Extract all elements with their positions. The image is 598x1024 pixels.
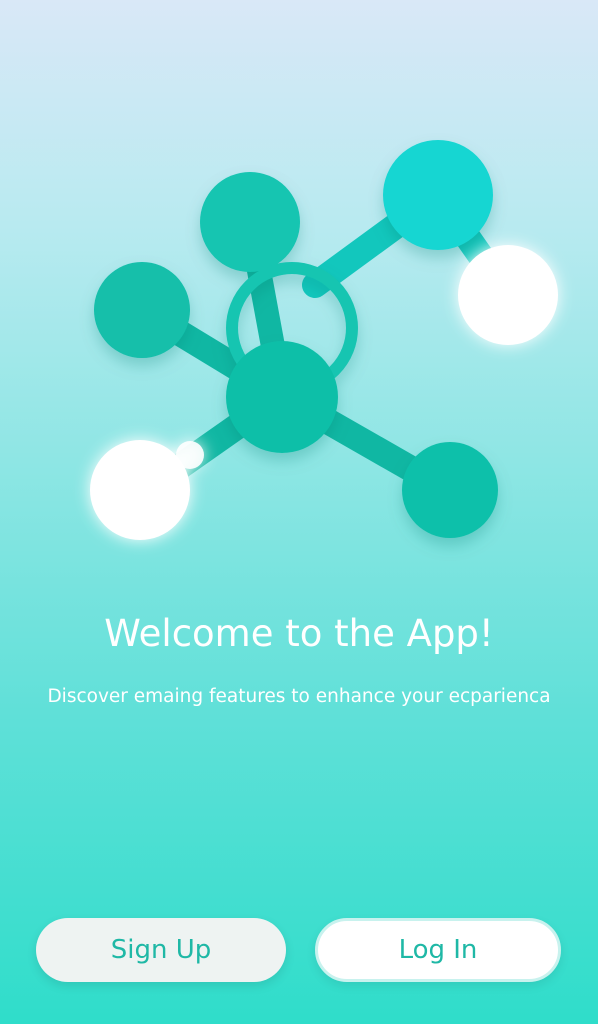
log-in-button[interactable]: Log In [315, 918, 561, 982]
node-center [226, 341, 338, 453]
glow-node-right [458, 245, 558, 345]
sign-up-label: Sign Up [110, 935, 212, 965]
welcome-title: Welcome to the App! [104, 612, 494, 655]
glow-node-small [176, 441, 204, 469]
molecule-network-icon [90, 140, 558, 540]
node-top [200, 172, 300, 272]
log-in-label: Log In [398, 935, 478, 965]
node-top-right [383, 140, 493, 250]
welcome-screen: Welcome to the App! Discover emaing feat… [0, 0, 598, 1024]
node-left [94, 262, 190, 358]
welcome-subtitle: Discover emaing features to enhance your… [47, 686, 551, 707]
sign-up-button[interactable]: Sign Up [36, 918, 286, 982]
node-bottom-right [402, 442, 498, 538]
glow-node-left [90, 440, 190, 540]
